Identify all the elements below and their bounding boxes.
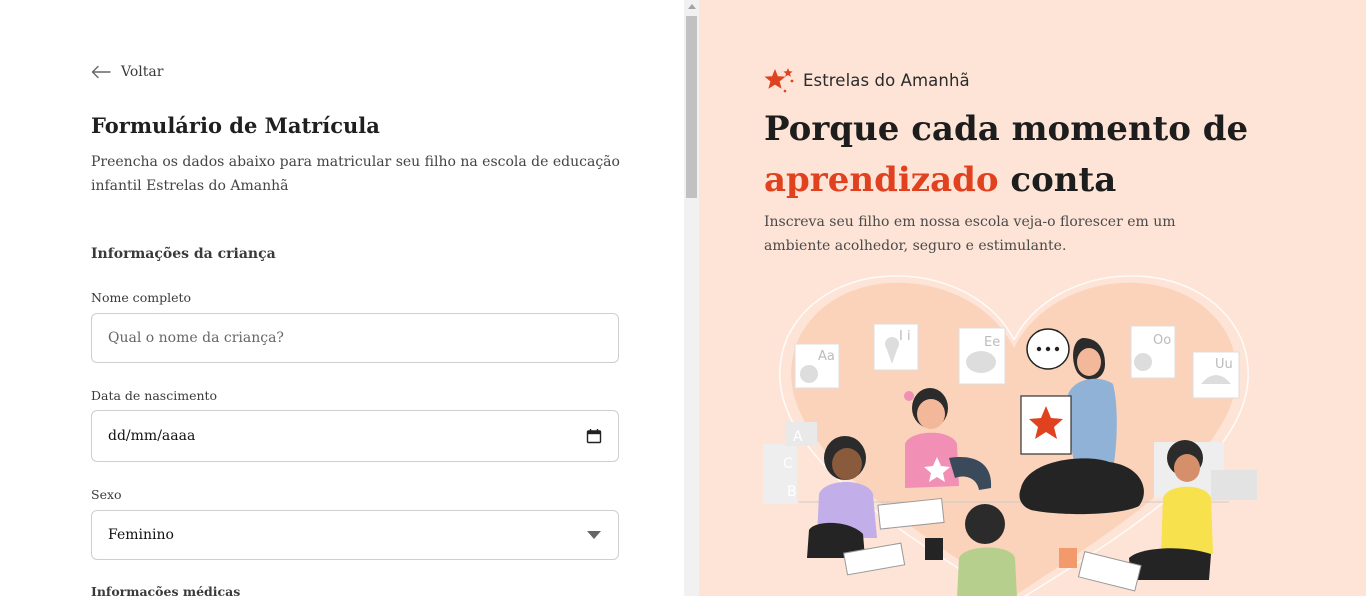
section-title-child: Informações da criança bbox=[91, 246, 276, 262]
birthdate-field[interactable]: dd/mm/aaaa bbox=[91, 410, 619, 462]
scroll-thumb[interactable] bbox=[686, 16, 697, 198]
back-link[interactable]: Voltar bbox=[91, 64, 163, 80]
hero-subtitle: Inscreva seu filho em nossa escola veja-… bbox=[764, 214, 1176, 254]
name-field[interactable] bbox=[91, 313, 619, 363]
svg-text:A: A bbox=[793, 429, 803, 445]
alphabet-card-ii: I i bbox=[873, 323, 919, 371]
svg-text:Ee: Ee bbox=[984, 335, 1000, 350]
name-input[interactable] bbox=[108, 330, 602, 346]
svg-text:B: B bbox=[787, 484, 797, 500]
brand-name: Estrelas do Amanhã bbox=[803, 70, 970, 90]
sex-label: Sexo bbox=[91, 487, 122, 502]
sex-selected-value: Feminino bbox=[108, 527, 174, 543]
brand: Estrelas do Amanhã bbox=[763, 66, 970, 94]
hero-title-line1: Porque cada momento de bbox=[764, 109, 1249, 149]
birthdate-value: dd/mm/aaaa bbox=[108, 428, 196, 444]
alphabet-card-aa: Aa bbox=[794, 343, 840, 389]
sex-select[interactable]: Feminino bbox=[91, 510, 619, 560]
hero-title-rest: conta bbox=[998, 160, 1117, 200]
svg-text:Uu: Uu bbox=[1215, 357, 1233, 372]
enrollment-form-panel: Voltar Formulário de Matrícula Preencha … bbox=[0, 0, 684, 596]
alphabet-card-uu: Uu bbox=[1192, 351, 1240, 399]
svg-text:C: C bbox=[783, 456, 793, 472]
arrow-left-icon bbox=[91, 65, 111, 79]
name-label: Nome completo bbox=[91, 290, 192, 305]
alphabet-card-ee: Ee bbox=[958, 327, 1006, 385]
hero-title: Porque cada momento de aprendizado conta bbox=[764, 104, 1248, 206]
caret-down-icon bbox=[587, 531, 601, 539]
alphabet-card-oo: Oo bbox=[1130, 325, 1176, 379]
section-title-medical: Informações médicas bbox=[91, 584, 241, 596]
hero-title-accent: aprendizado bbox=[764, 160, 999, 200]
scroll-up-arrow-icon[interactable] bbox=[688, 4, 696, 9]
svg-text:Oo: Oo bbox=[1153, 333, 1171, 348]
speech-bubble bbox=[1026, 328, 1070, 370]
birthdate-label: Data de nascimento bbox=[91, 388, 218, 403]
svg-text:Aa: Aa bbox=[818, 349, 835, 364]
scrollbar[interactable] bbox=[684, 0, 699, 596]
hero-panel: Estrelas do Amanhã Porque cada momento d… bbox=[699, 0, 1366, 596]
form-title: Formulário de Matrícula bbox=[91, 113, 380, 138]
classroom-illustration: Aa I i Ee Oo Uu A C B bbox=[763, 275, 1257, 596]
stars-logo-icon bbox=[764, 68, 794, 93]
back-label: Voltar bbox=[121, 64, 164, 80]
form-subtitle: Preencha os dados abaixo para matricular… bbox=[91, 154, 620, 194]
svg-text:I i: I i bbox=[899, 329, 911, 344]
calendar-icon[interactable] bbox=[586, 428, 602, 444]
